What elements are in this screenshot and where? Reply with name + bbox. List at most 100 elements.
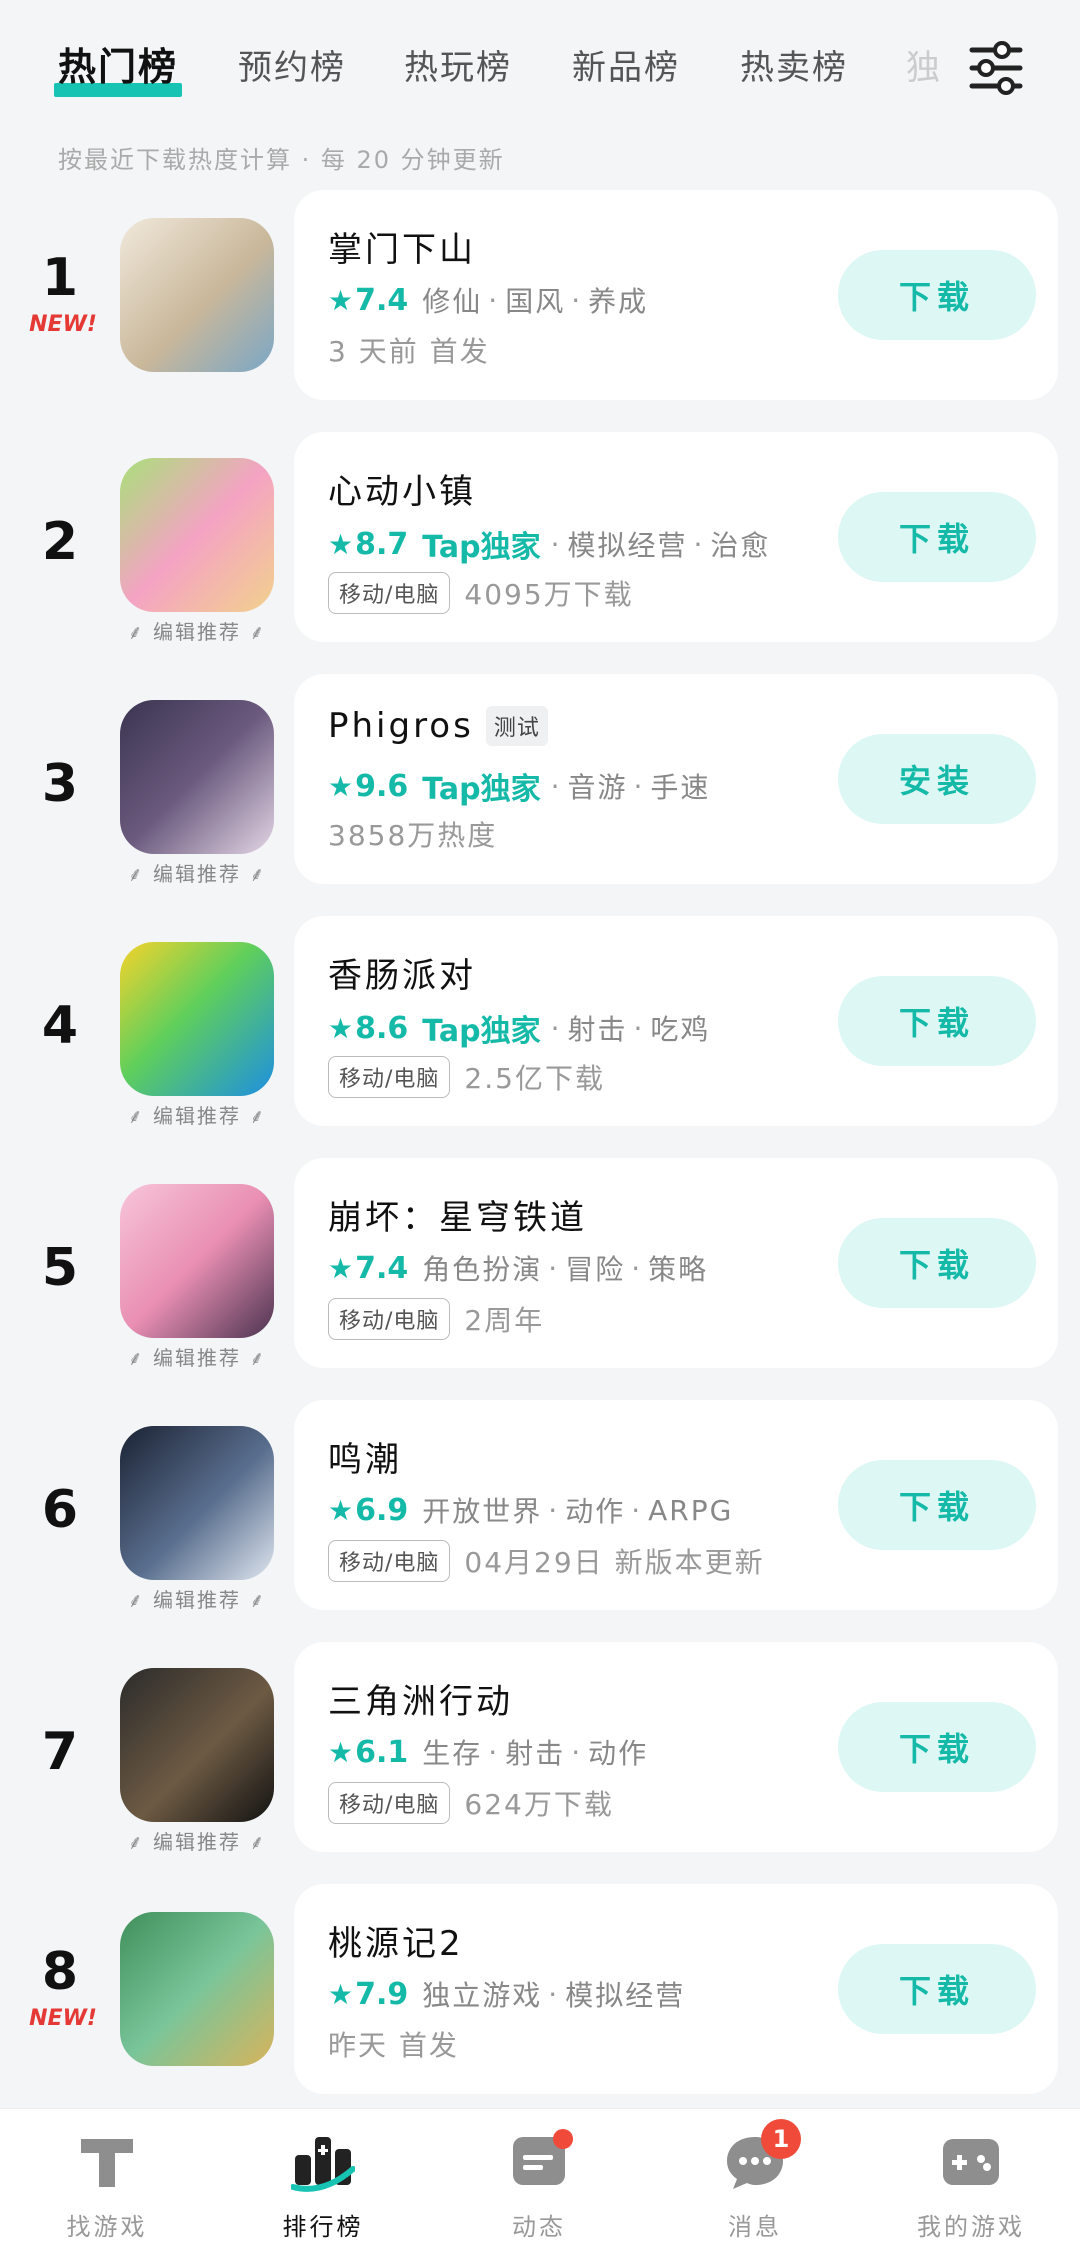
- download-button[interactable]: 下载: [838, 492, 1036, 582]
- nav-messages[interactable]: 1 消息: [675, 2119, 835, 2242]
- game-icon[interactable]: [120, 458, 274, 612]
- genre-tag: 冒险: [565, 1253, 626, 1286]
- game-sub-info: 3858万热度: [328, 814, 497, 854]
- ranking-row[interactable]: 2 ⸙ 编辑推荐 ⸙ 心动小镇 ★ 8.7 Tap独家 · 模拟经营 · 治愈 移动/电脑 4095万…: [0, 432, 1080, 644]
- rank-number: 7: [41, 1722, 79, 1782]
- game-icon[interactable]: [120, 218, 274, 372]
- editor-pick-label: ⸙ 编辑推荐 ⸙: [127, 1588, 267, 1612]
- tab-more[interactable]: 独: [906, 40, 942, 89]
- rating: ★ 6.9: [328, 1492, 409, 1528]
- game-meta: ★ 9.6 Tap独家 · 音游 · 手速: [328, 764, 710, 808]
- game-icon[interactable]: [120, 942, 274, 1096]
- download-button[interactable]: 安装: [838, 734, 1036, 824]
- game-card[interactable]: 掌门下山 ★ 7.4 修仙 · 国风 · 养成 3 天前 首发 下载: [294, 190, 1058, 400]
- game-title: 香肠派对: [328, 956, 476, 996]
- tab-reserve[interactable]: 预约榜: [238, 40, 346, 89]
- game-sub-info: 移动/电脑 2.5亿下载: [328, 1056, 605, 1098]
- editor-pick-label: ⸙ 编辑推荐 ⸙: [127, 862, 267, 886]
- ranking-row[interactable]: 4 ⸙ 编辑推荐 ⸙ 香肠派对 ★ 8.6 Tap独家 · 射击 · 吃鸡 移动/电脑 2.5亿下载下…: [0, 916, 1080, 1128]
- game-card[interactable]: 三角洲行动 ★ 6.1 生存 · 射击 · 动作 移动/电脑 624万下载 下载: [294, 1642, 1058, 1852]
- download-button[interactable]: 下载: [838, 1218, 1036, 1308]
- game-card[interactable]: 心动小镇 ★ 8.7 Tap独家 · 模拟经营 · 治愈 移动/电脑 4095万下载 下载: [294, 432, 1058, 642]
- platform-tag: 移动/电脑: [328, 1540, 451, 1582]
- new-badge: NEW!: [29, 2006, 97, 2031]
- ranking-row[interactable]: 5 ⸙ 编辑推荐 ⸙ 崩坏：星穹铁道 ★ 7.4 角色扮演 · 冒险 · 策略 移动/电脑 2周年 下载: [0, 1158, 1080, 1370]
- genre-tag: 模拟经营: [567, 529, 688, 562]
- genre-tag: ARPG: [648, 1493, 734, 1527]
- download-button[interactable]: 下载: [838, 976, 1036, 1066]
- game-card[interactable]: 崩坏：星穹铁道 ★ 7.4 角色扮演 · 冒险 · 策略 移动/电脑 2周年 下载: [294, 1158, 1058, 1368]
- game-icon[interactable]: [120, 1184, 274, 1338]
- download-button[interactable]: 下载: [838, 1702, 1036, 1792]
- game-card[interactable]: 桃源记2 ★ 7.9 独立游戏 · 模拟经营 昨天 首发 下载: [294, 1884, 1058, 2094]
- tab-hot[interactable]: 热门榜: [53, 36, 183, 97]
- rank-number: 5: [41, 1238, 79, 1298]
- genre-tag: 国风: [505, 285, 566, 318]
- test-badge: 测试: [485, 706, 548, 746]
- ranking-icon: [290, 2129, 356, 2193]
- game-icon[interactable]: [120, 1426, 274, 1580]
- game-card[interactable]: 香肠派对 ★ 8.6 Tap独家 · 射击 · 吃鸡 移动/电脑 2.5亿下载 下载: [294, 916, 1058, 1126]
- download-button[interactable]: 下载: [838, 1944, 1036, 2034]
- game-title-row: 香肠派对: [328, 948, 476, 997]
- filter-icon[interactable]: [968, 40, 1024, 96]
- game-title: 心动小镇: [328, 472, 476, 512]
- game-title: 崩坏：星穹铁道: [328, 1198, 587, 1238]
- genre-tag: 角色扮演: [422, 1253, 543, 1286]
- nav-ranking[interactable]: 排行榜: [243, 2129, 403, 2242]
- ranking-row[interactable]: 1 NEW! 掌门下山 ★ 7.4 修仙 · 国风 · 养成 3 天前 首发 下载: [0, 190, 1080, 400]
- platform-tag: 移动/电脑: [328, 1298, 451, 1340]
- game-icon[interactable]: [120, 1912, 274, 2066]
- genre-tag: 吃鸡: [650, 1013, 711, 1046]
- sub-text: 2周年: [464, 1304, 545, 1337]
- platform-tag: 移动/电脑: [328, 1056, 451, 1098]
- editor-pick-label: ⸙ 编辑推荐 ⸙: [127, 1104, 267, 1128]
- game-sub-info: 昨天 首发: [328, 2024, 459, 2064]
- download-button[interactable]: 下载: [838, 1460, 1036, 1550]
- ranking-row[interactable]: 3 ⸙ 编辑推荐 ⸙ Phigros 测试 ★ 9.6 Tap独家 · 音游 · 手速 3858万热度…: [0, 674, 1080, 886]
- game-title-row: 鸣潮: [328, 1432, 402, 1481]
- ranking-row[interactable]: 6 ⸙ 编辑推荐 ⸙ 鸣潮 ★ 6.9 开放世界 · 动作 · ARPG 移动/电脑 04月29日 新…: [0, 1400, 1080, 1612]
- sub-text: 昨天 首发: [328, 2029, 459, 2062]
- game-meta: ★ 6.9 开放世界 · 动作 · ARPG: [328, 1490, 733, 1530]
- platform-tag: 移动/电脑: [328, 572, 451, 614]
- game-card[interactable]: 鸣潮 ★ 6.9 开放世界 · 动作 · ARPG 移动/电脑 04月29日 新版本更新 下载: [294, 1400, 1058, 1610]
- rating: ★ 7.4: [328, 1250, 409, 1286]
- rating: ★ 6.1: [328, 1734, 409, 1770]
- editor-pick-label: ⸙ 编辑推荐 ⸙: [127, 1830, 267, 1854]
- genre-tag: 修仙: [422, 285, 483, 318]
- star-icon: ★: [328, 283, 354, 317]
- tab-new[interactable]: 新品榜: [572, 40, 680, 89]
- ranking-subtitle: 按最近下载热度计算 · 每 20 分钟更新: [58, 146, 505, 174]
- download-button[interactable]: 下载: [838, 250, 1036, 340]
- nav-feed[interactable]: 动态: [459, 2129, 619, 2242]
- star-icon: ★: [328, 769, 354, 803]
- game-meta: ★ 7.4 修仙 · 国风 · 养成: [328, 280, 648, 320]
- nav-find-games[interactable]: 找游戏: [27, 2129, 187, 2242]
- nav-my-games[interactable]: 我的游戏: [891, 2129, 1051, 2242]
- ranking-row[interactable]: 7 ⸙ 编辑推荐 ⸙ 三角洲行动 ★ 6.1 生存 · 射击 · 动作 移动/电脑 624万下载 下载: [0, 1642, 1080, 1854]
- tab-hot-sale[interactable]: 热卖榜: [740, 40, 848, 89]
- rank-number: 3: [41, 754, 79, 814]
- tap-logo-icon: [75, 2129, 139, 2193]
- game-title: Phigros: [328, 706, 474, 746]
- tab-hot-play[interactable]: 热玩榜: [404, 40, 512, 89]
- ranking-row[interactable]: 8 NEW! 桃源记2 ★ 7.9 独立游戏 · 模拟经营 昨天 首发 下载: [0, 1884, 1080, 2094]
- game-meta: ★ 6.1 生存 · 射击 · 动作: [328, 1732, 648, 1772]
- game-icon[interactable]: [120, 700, 274, 854]
- genre-tag: 生存: [422, 1737, 483, 1770]
- game-title: 掌门下山: [328, 230, 476, 270]
- rating: ★ 8.7: [328, 526, 409, 562]
- tap-exclusive-tag: Tap独家: [422, 530, 541, 565]
- game-meta: ★ 8.6 Tap独家 · 射击 · 吃鸡: [328, 1006, 710, 1050]
- game-title: 桃源记2: [328, 1924, 464, 1964]
- game-sub-info: 3 天前 首发: [328, 330, 490, 370]
- genre-tag: 动作: [565, 1495, 626, 1528]
- star-icon: ★: [328, 1977, 354, 2011]
- game-title-row: 心动小镇: [328, 464, 476, 513]
- genre-tag: 养成: [588, 285, 649, 318]
- rank-number: 6: [41, 1480, 79, 1540]
- game-card[interactable]: Phigros 测试 ★ 9.6 Tap独家 · 音游 · 手速 3858万热度 安装: [294, 674, 1058, 884]
- game-icon[interactable]: [120, 1668, 274, 1822]
- rating: ★ 7.4: [328, 282, 409, 318]
